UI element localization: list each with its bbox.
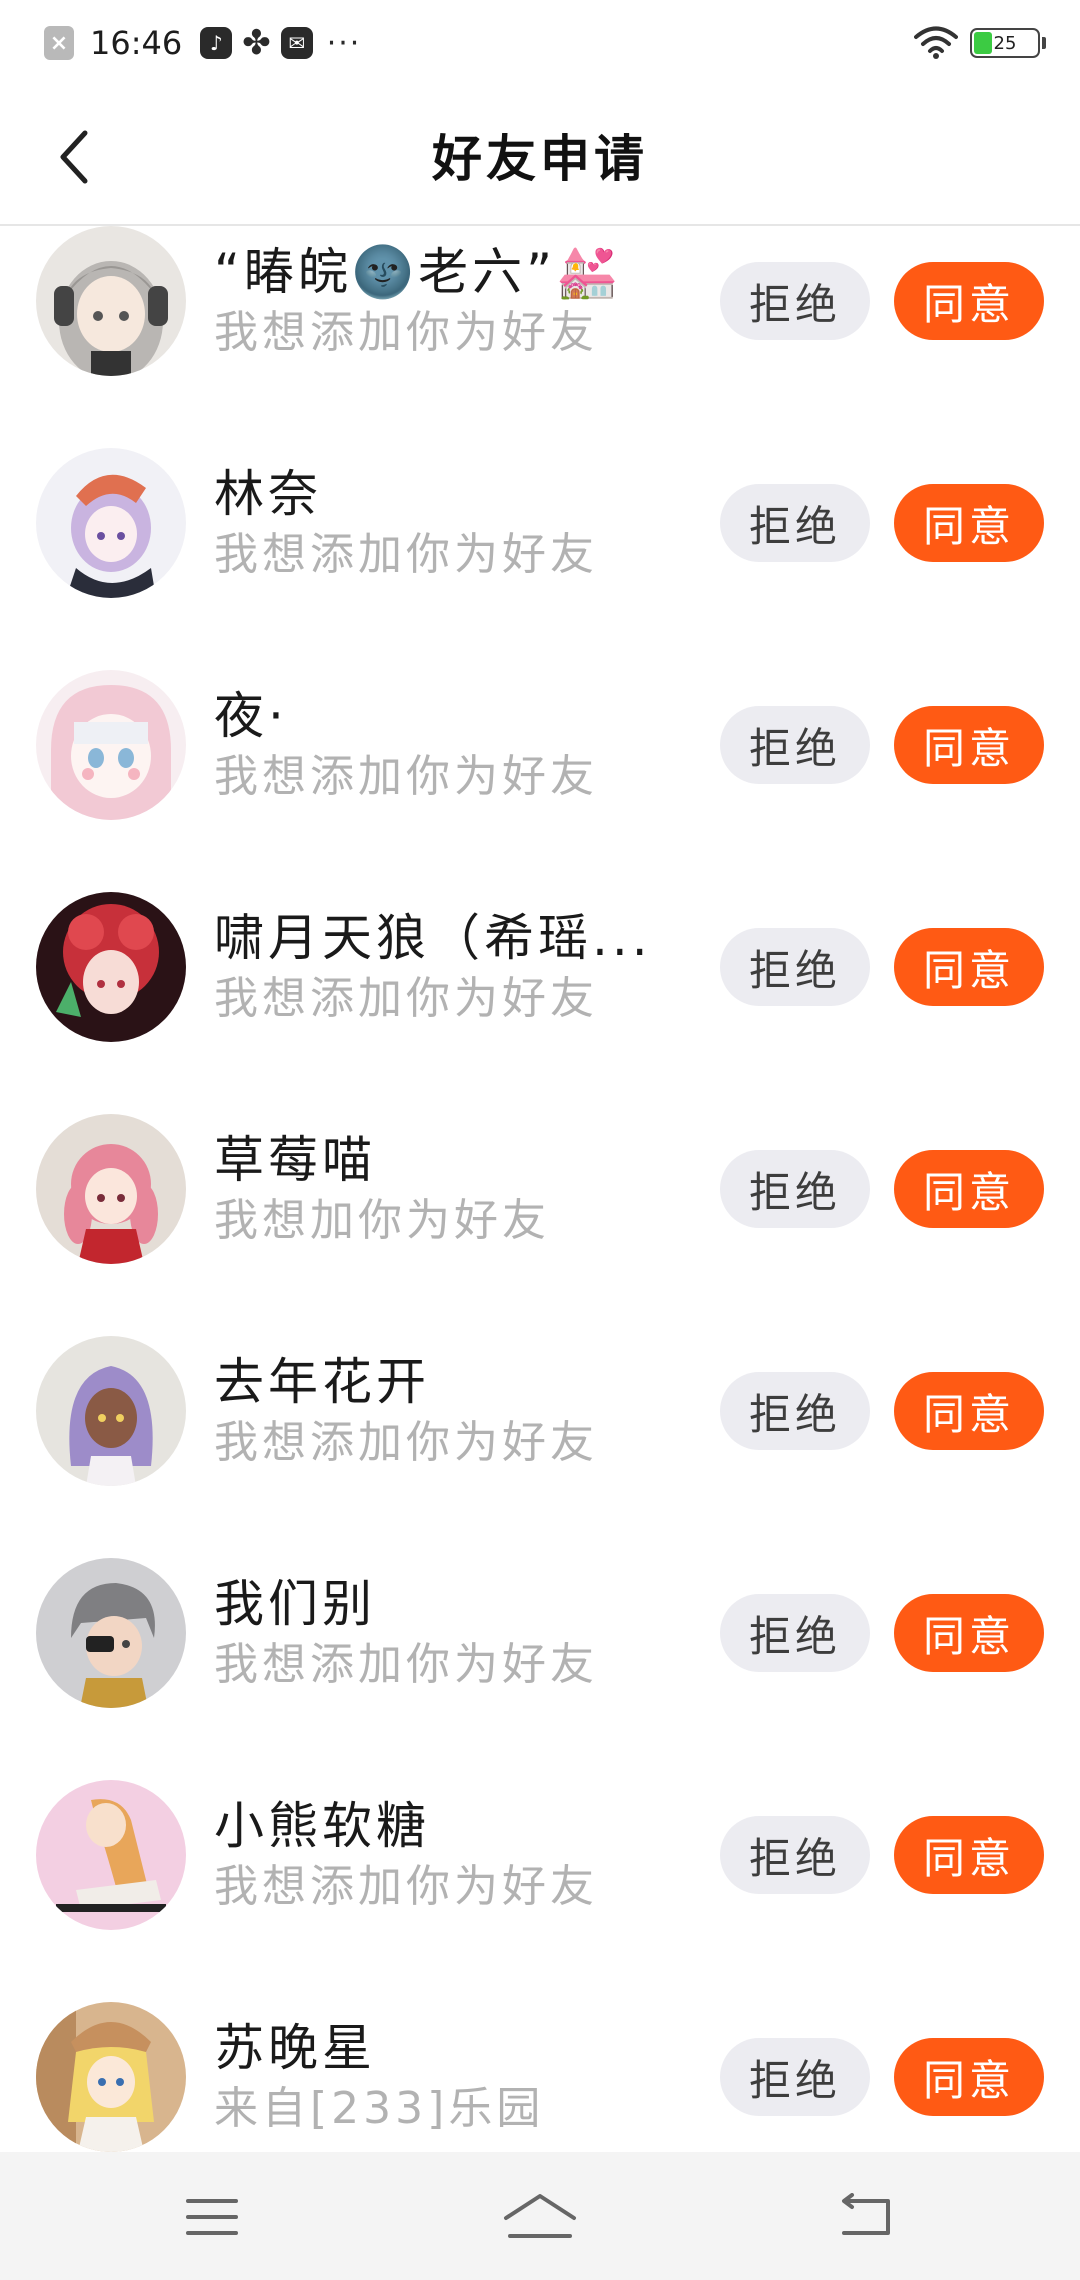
- battery-tip: [1042, 37, 1046, 49]
- request-message: 我想添加你为好友: [214, 307, 598, 358]
- request-message: 我想加你为好友: [214, 1195, 550, 1246]
- reject-button[interactable]: 拒绝: [720, 1372, 870, 1450]
- battery-icon: 25: [970, 28, 1040, 58]
- request-message: 我想添加你为好友: [214, 973, 598, 1024]
- reject-button[interactable]: 拒绝: [720, 262, 870, 340]
- status-right: 25: [914, 26, 1046, 60]
- friend-request-row: “睶皖🌚老六”💒 我想添加你为好友 拒绝 同意: [0, 226, 1080, 448]
- requester-name: 小熊软糖: [214, 1797, 430, 1855]
- avatar[interactable]: [36, 670, 186, 820]
- avatar[interactable]: [36, 448, 186, 598]
- wifi-icon: [914, 26, 958, 59]
- accept-button[interactable]: 同意: [894, 1594, 1044, 1672]
- reject-button[interactable]: 拒绝: [720, 1150, 870, 1228]
- request-message: 来自[233]乐园: [214, 2083, 545, 2134]
- avatar[interactable]: [36, 1336, 186, 1486]
- more-notifications-icon: ···: [326, 25, 362, 61]
- requester-name: 啸月天狼（希瑶...: [214, 909, 652, 967]
- requester-name: 我们别: [214, 1575, 376, 1633]
- avatar[interactable]: [36, 1114, 186, 1264]
- battery-level: 25: [993, 32, 1017, 54]
- reject-button[interactable]: 拒绝: [720, 1816, 870, 1894]
- friend-request-row: 夜· 我想添加你为好友 拒绝 同意: [0, 670, 1080, 892]
- header: 好友申请: [0, 86, 1080, 226]
- mail-icon: ✉: [280, 27, 313, 59]
- chevron-left-icon: [60, 130, 88, 184]
- requester-name: 夜·: [214, 687, 288, 745]
- avatar[interactable]: [36, 226, 186, 376]
- reject-button[interactable]: 拒绝: [720, 928, 870, 1006]
- system-nav-bar: [0, 2152, 1080, 2280]
- friend-request-row: 去年花开 我想添加你为好友 拒绝 同意: [0, 1336, 1080, 1558]
- accept-button[interactable]: 同意: [894, 1816, 1044, 1894]
- requester-name: 苏晚星: [214, 2019, 376, 2077]
- friend-request-row: 草莓喵 我想加你为好友 拒绝 同意: [0, 1114, 1080, 1336]
- accept-button[interactable]: 同意: [894, 2038, 1044, 2116]
- request-message: 我想添加你为好友: [214, 529, 598, 580]
- accept-button[interactable]: 同意: [894, 1372, 1044, 1450]
- request-message: 我想添加你为好友: [214, 1639, 598, 1690]
- friend-request-row: 苏晚星 来自[233]乐园 拒绝 同意: [0, 2002, 1080, 2152]
- status-left: × 16:46 ♪ ✤ ✉ ···: [44, 24, 361, 62]
- reject-button[interactable]: 拒绝: [720, 1594, 870, 1672]
- menu-button[interactable]: [172, 2182, 252, 2252]
- back-button[interactable]: [40, 122, 110, 192]
- avatar[interactable]: [36, 2002, 186, 2152]
- avatar[interactable]: [36, 1780, 186, 1930]
- fan-icon: ✤: [242, 23, 271, 63]
- notification-x-icon: ×: [44, 26, 74, 60]
- back-nav-icon: [842, 2193, 890, 2235]
- avatar[interactable]: [36, 1558, 186, 1708]
- requester-name: “睶皖🌚老六”💒: [214, 243, 623, 301]
- status-time: 16:46: [90, 24, 183, 62]
- reject-button[interactable]: 拒绝: [720, 2038, 870, 2116]
- accept-button[interactable]: 同意: [894, 1150, 1044, 1228]
- home-icon: [504, 2194, 576, 2238]
- request-message: 我想添加你为好友: [214, 1417, 598, 1468]
- request-message: 我想添加你为好友: [214, 751, 598, 802]
- reject-button[interactable]: 拒绝: [720, 706, 870, 784]
- accept-button[interactable]: 同意: [894, 484, 1044, 562]
- music-icon: ♪: [200, 27, 233, 59]
- home-button[interactable]: [500, 2182, 580, 2252]
- accept-button[interactable]: 同意: [894, 928, 1044, 1006]
- accept-button[interactable]: 同意: [894, 706, 1044, 784]
- page-title: 好友申请: [432, 130, 648, 188]
- requester-name: 林奈: [214, 465, 322, 523]
- back-nav-button[interactable]: [828, 2182, 908, 2252]
- friend-request-row: 林奈 我想添加你为好友 拒绝 同意: [0, 448, 1080, 670]
- requester-name: 去年花开: [214, 1353, 430, 1411]
- friend-request-list[interactable]: “睶皖🌚老六”💒 我想添加你为好友 拒绝 同意 林奈 我想添加你为好友 拒绝 同…: [0, 226, 1080, 2152]
- reject-button[interactable]: 拒绝: [720, 484, 870, 562]
- battery-fill: [974, 32, 992, 54]
- accept-button[interactable]: 同意: [894, 262, 1044, 340]
- status-bar: × 16:46 ♪ ✤ ✉ ··· 25: [0, 0, 1080, 86]
- friend-request-row: 小熊软糖 我想添加你为好友 拒绝 同意: [0, 1780, 1080, 2002]
- requester-name: 草莓喵: [214, 1131, 376, 1189]
- friend-request-row: 啸月天狼（希瑶... 我想添加你为好友 拒绝 同意: [0, 892, 1080, 1114]
- request-message: 我想添加你为好友: [214, 1861, 598, 1912]
- menu-icon: [186, 2199, 238, 2235]
- avatar[interactable]: [36, 892, 186, 1042]
- friend-request-row: 我们别 我想添加你为好友 拒绝 同意: [0, 1558, 1080, 1780]
